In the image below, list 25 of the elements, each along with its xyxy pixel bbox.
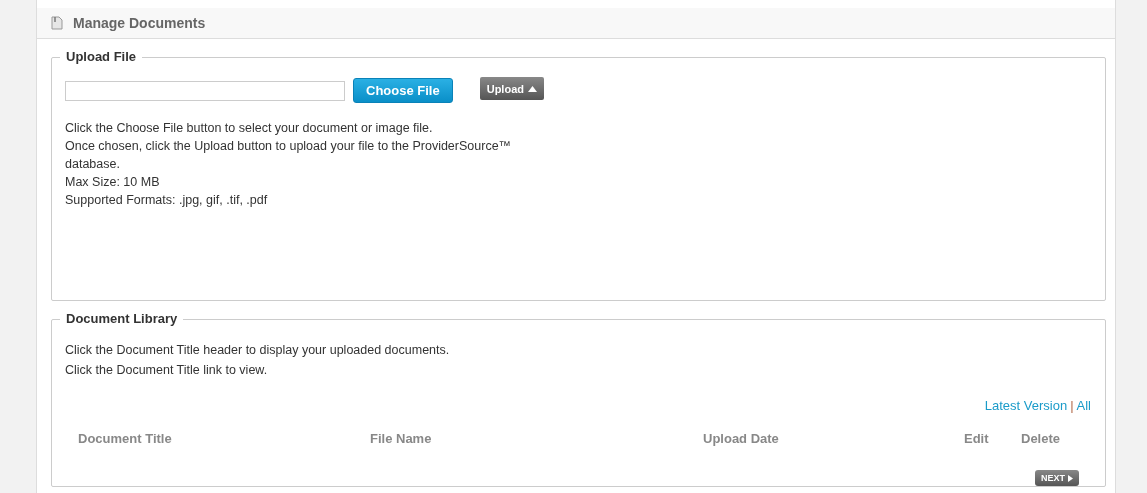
section-legend: Document Library bbox=[60, 311, 184, 326]
column-header[interactable]: File Name bbox=[370, 431, 703, 446]
link-separator: | bbox=[1070, 398, 1074, 413]
column-header[interactable]: Upload Date bbox=[703, 431, 964, 446]
triangle-up-icon bbox=[527, 85, 537, 92]
upload-button[interactable]: Upload bbox=[479, 77, 544, 100]
instruction-text: database. bbox=[65, 156, 121, 173]
instruction-text: Supported Formats: .jpg, gif, .tif, .pdf bbox=[65, 192, 269, 209]
choose-file-button[interactable]: Choose File bbox=[353, 78, 453, 103]
document-icon bbox=[51, 16, 63, 30]
triangle-right-icon bbox=[1068, 474, 1073, 482]
instruction-text: Click the Choose File button to select your document or image file. bbox=[65, 120, 434, 137]
column-header[interactable]: Document Title bbox=[78, 431, 370, 446]
version-link[interactable]: Latest Version bbox=[984, 398, 1068, 413]
column-header[interactable]: Edit bbox=[964, 431, 1021, 446]
instruction-text: Max Size: 10 MB bbox=[65, 174, 161, 191]
file-path-field[interactable] bbox=[65, 80, 345, 101]
instruction-text: Click the Document Title header to display your uploaded documents. bbox=[65, 342, 451, 359]
next-button[interactable]: NEXT bbox=[1035, 470, 1079, 486]
column-header[interactable]: Delete bbox=[1021, 431, 1091, 446]
instruction-text: Once chosen, click the Upload button to upload your file to the ProviderSource™ bbox=[65, 138, 513, 155]
version-link[interactable]: All bbox=[1076, 398, 1091, 413]
instruction-text: Click the Document Title link to view. bbox=[65, 362, 269, 379]
page-title: Manage Documents bbox=[73, 15, 206, 31]
section-legend: Upload File bbox=[60, 49, 143, 64]
